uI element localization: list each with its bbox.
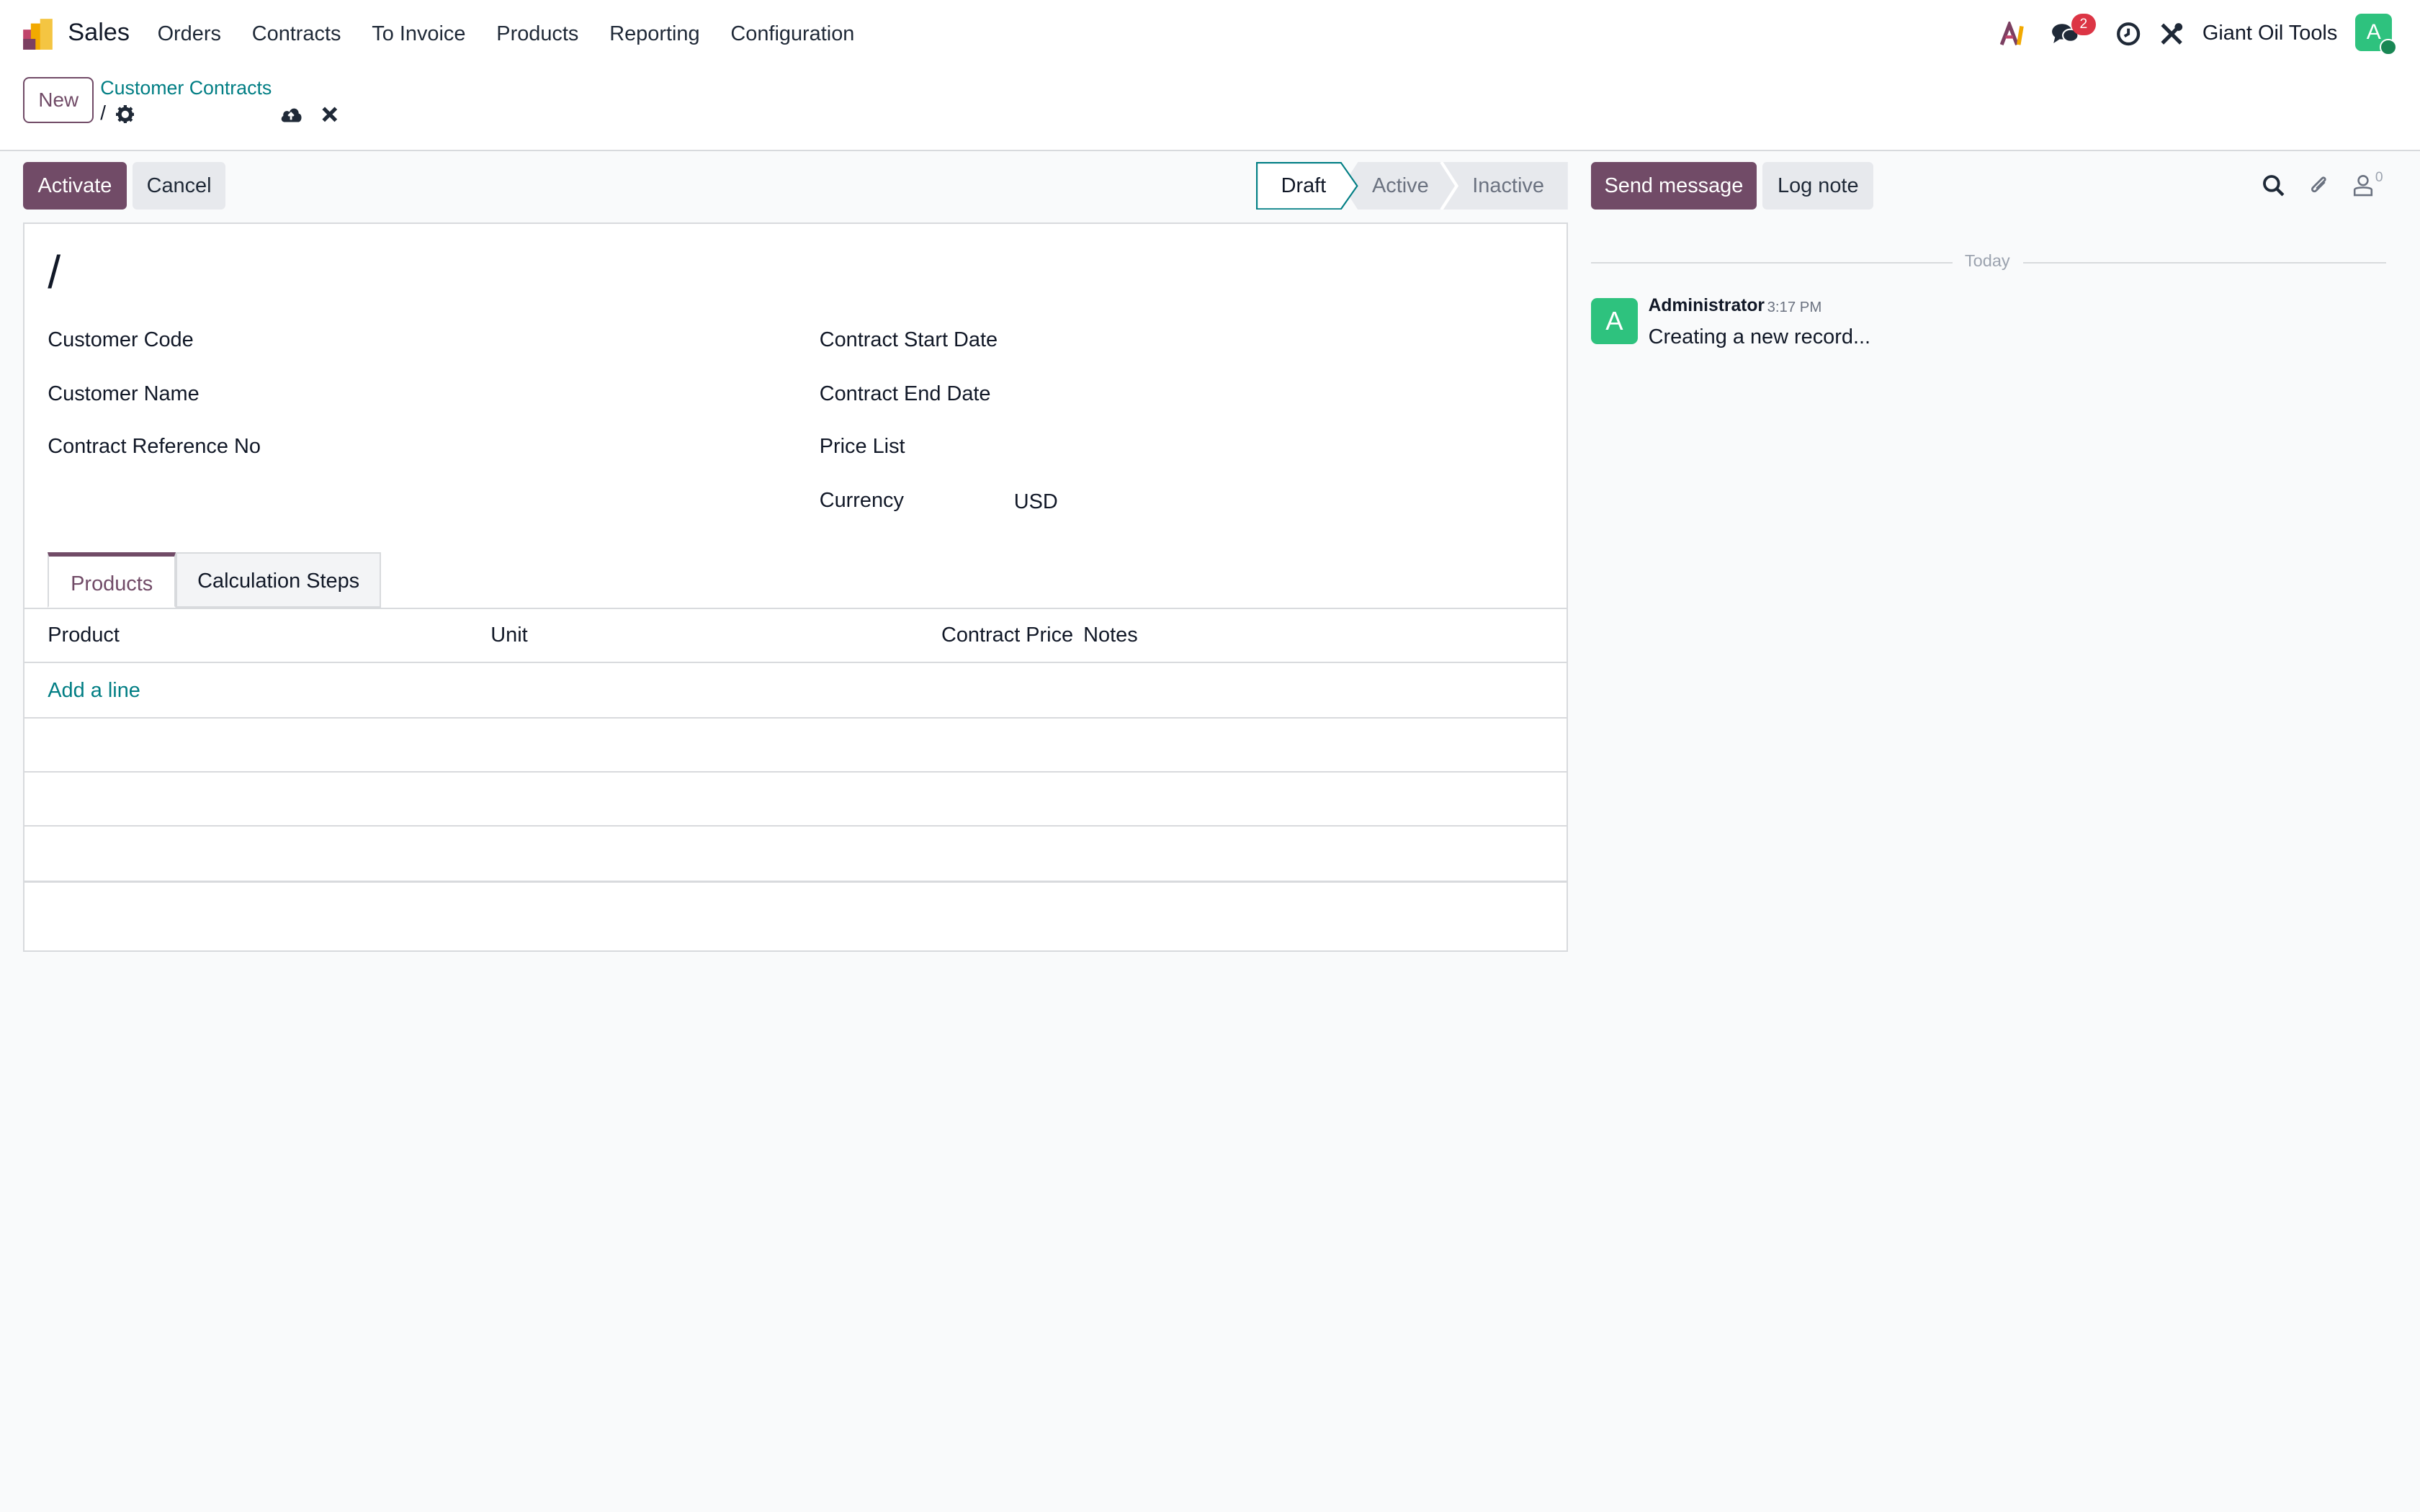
message-body: Creating a new record... bbox=[1648, 325, 1871, 349]
close-icon[interactable] bbox=[321, 102, 339, 122]
customer-code-label: Customer Code bbox=[48, 328, 194, 352]
menu-reporting[interactable]: Reporting bbox=[594, 0, 715, 68]
menu-configuration[interactable]: Configuration bbox=[715, 0, 870, 68]
table-divider bbox=[24, 881, 1567, 883]
menu-products[interactable]: Products bbox=[481, 0, 594, 68]
table-divider bbox=[24, 608, 1567, 610]
status-stages: Draft Active Inactive bbox=[1256, 162, 1569, 210]
contract-reference-label: Contract Reference No bbox=[48, 435, 261, 459]
currency-label: Currency bbox=[819, 489, 904, 513]
tools-icon[interactable] bbox=[2156, 19, 2187, 50]
gear-icon[interactable] bbox=[115, 102, 135, 124]
cancel-button[interactable]: Cancel bbox=[133, 162, 225, 210]
currency-field[interactable]: USD bbox=[1014, 490, 1058, 514]
top-navbar: Sales Orders Contracts To Invoice Produc… bbox=[0, 0, 2420, 68]
app-name[interactable]: Sales bbox=[68, 19, 130, 47]
column-product[interactable]: Product bbox=[48, 624, 120, 647]
message-time: 3:17 PM bbox=[1767, 299, 1822, 315]
contract-start-date-label: Contract Start Date bbox=[819, 328, 998, 352]
stage-draft[interactable]: Draft bbox=[1281, 174, 1327, 198]
messages-count-badge: 2 bbox=[2071, 14, 2096, 36]
tab-products[interactable]: Products bbox=[48, 552, 176, 608]
customer-name-label: Customer Name bbox=[48, 382, 200, 406]
paperclip-icon[interactable] bbox=[2308, 173, 2331, 197]
form-sheet: / Customer Code Customer Name Contract R… bbox=[23, 222, 1569, 953]
breadcrumb-customer-contracts[interactable]: Customer Contracts bbox=[100, 77, 272, 99]
menu-orders[interactable]: Orders bbox=[142, 0, 236, 68]
table-divider bbox=[24, 662, 1567, 664]
send-message-button[interactable]: Send message bbox=[1591, 162, 1757, 210]
column-unit[interactable]: Unit bbox=[490, 624, 527, 647]
followers-icon[interactable] bbox=[2352, 173, 2374, 197]
column-contract-price[interactable]: Contract Price bbox=[941, 624, 1073, 647]
search-icon[interactable] bbox=[2262, 174, 2285, 197]
control-panel: New Customer Contracts / bbox=[0, 68, 2420, 151]
price-list-label: Price List bbox=[819, 435, 905, 459]
company-switcher[interactable]: Giant Oil Tools bbox=[2202, 22, 2337, 45]
online-status-icon bbox=[2380, 38, 2397, 55]
date-separator: Today bbox=[1964, 251, 2010, 271]
main-menu: Orders Contracts To Invoice Products Rep… bbox=[142, 0, 870, 68]
date-separator-line bbox=[2023, 262, 2386, 264]
contract-end-date-label: Contract End Date bbox=[819, 382, 991, 406]
stage-inactive[interactable]: Inactive bbox=[1472, 174, 1544, 198]
followers-count: 0 bbox=[2375, 169, 2383, 185]
stage-active[interactable]: Active bbox=[1372, 174, 1429, 198]
activate-button[interactable]: Activate bbox=[23, 162, 127, 210]
clock-icon[interactable] bbox=[2113, 19, 2144, 50]
menu-to-invoice[interactable]: To Invoice bbox=[357, 0, 481, 68]
column-notes[interactable]: Notes bbox=[1083, 624, 1138, 647]
menu-contracts[interactable]: Contracts bbox=[236, 0, 357, 68]
new-button[interactable]: New bbox=[23, 77, 94, 124]
date-separator-line bbox=[1591, 262, 1953, 264]
sales-app-icon[interactable] bbox=[22, 17, 55, 51]
log-note-button[interactable]: Log note bbox=[1762, 162, 1874, 210]
table-divider bbox=[24, 771, 1567, 773]
message-author[interactable]: Administrator bbox=[1649, 296, 1765, 316]
ai-icon[interactable] bbox=[2000, 19, 2031, 50]
add-line-link[interactable]: Add a line bbox=[48, 679, 140, 703]
record-title[interactable]: / bbox=[48, 246, 60, 299]
breadcrumb-current-record: / bbox=[100, 102, 107, 125]
tab-calculation-steps[interactable]: Calculation Steps bbox=[176, 552, 382, 608]
table-divider bbox=[24, 825, 1567, 827]
cloud-upload-icon[interactable] bbox=[279, 102, 302, 122]
message-author-avatar[interactable]: A bbox=[1591, 297, 1638, 344]
table-divider bbox=[24, 717, 1567, 719]
